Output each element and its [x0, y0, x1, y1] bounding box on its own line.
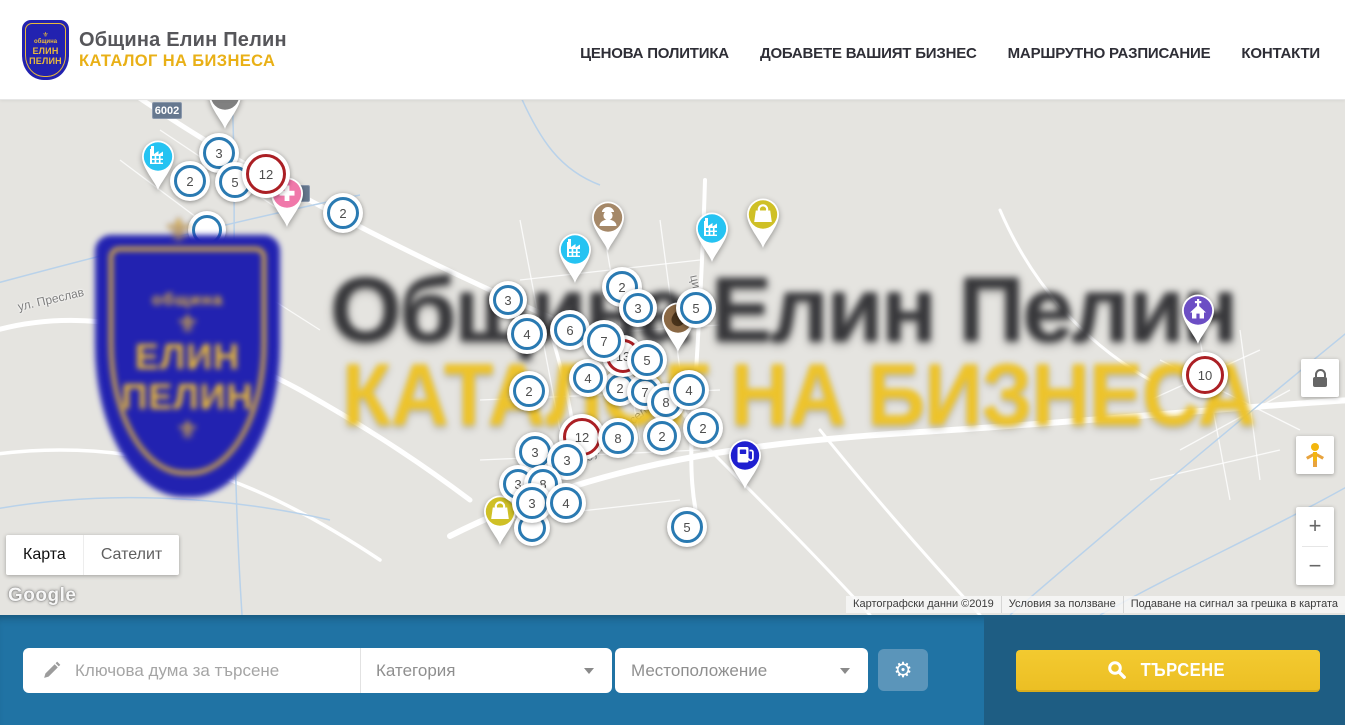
cluster-marker[interactable]: 4	[569, 359, 607, 397]
location-select[interactable]: Местоположение	[615, 648, 868, 693]
nav-item-1[interactable]: ДОБАВЕТЕ ВАШИЯТ БИЗНЕС	[760, 45, 977, 62]
cluster-marker[interactable]: 5	[667, 507, 707, 547]
search-button[interactable]: ТЪРСЕНЕ	[1016, 650, 1320, 692]
crest-ornament-icon: ⚜	[42, 33, 48, 39]
category-pin-church[interactable]	[1176, 290, 1220, 351]
cluster-marker[interactable]: 12	[242, 150, 290, 198]
header: ⚜ община ЕЛИН ПЕЛИН Община Елин Пелин КА…	[0, 0, 1345, 100]
map-type-satellite-button[interactable]: Сателит	[84, 535, 179, 575]
cluster-marker[interactable]: 4	[546, 483, 586, 523]
lock-icon	[1313, 369, 1327, 387]
category-pin-factory[interactable]	[690, 208, 734, 269]
category-pin-bag[interactable]	[741, 194, 785, 255]
attribution-text: Картографски данни ©2019	[846, 596, 1001, 613]
pegman-icon	[1303, 442, 1327, 468]
map-attribution: Картографски данни ©2019Условия за ползв…	[846, 596, 1345, 613]
category-pin-none[interactable]	[203, 100, 247, 136]
pegman-button[interactable]	[1296, 436, 1334, 474]
attribution-link[interactable]: Условия за ползване	[1001, 596, 1123, 613]
category-pin-fuel[interactable]	[723, 435, 767, 496]
zoom-in-button[interactable]: +	[1296, 507, 1334, 546]
chevron-down-icon	[584, 668, 594, 674]
cluster-marker[interactable]: 10	[1182, 352, 1228, 398]
municipality-crest-icon: ⚜ община ЕЛИН ПЕЛИН	[22, 20, 69, 80]
advanced-settings-button[interactable]: ⚙	[878, 649, 928, 691]
cluster-marker[interactable]: 2	[683, 408, 723, 448]
cluster-marker[interactable]: 2	[323, 193, 363, 233]
site-subtitle: КАТАЛОГ НА БИЗНЕСА	[79, 51, 281, 70]
site-logo[interactable]: ⚜ община ЕЛИН ПЕЛИН Община Елин Пелин КА…	[22, 20, 287, 80]
attribution-link[interactable]: Подаване на сигнал за грешка в картата	[1123, 596, 1345, 613]
zoom-control: + −	[1296, 507, 1334, 585]
gear-icon: ⚙	[894, 658, 913, 683]
cluster-marker[interactable]: 2	[509, 371, 549, 411]
category-select[interactable]: Категория	[360, 648, 612, 693]
pencil-icon	[41, 660, 62, 681]
map-canvas[interactable]: 6002ул. Преславбул. „Новоселции Община Е…	[0, 100, 1345, 615]
crest-ornament-icon: ⚜	[176, 312, 199, 336]
nav-item-2[interactable]: МАРШРУТНО РАЗПИСАНИЕ	[1008, 45, 1211, 62]
cluster-marker[interactable]: 8	[598, 418, 638, 458]
cluster-marker[interactable]: 4	[669, 370, 709, 410]
site-title: Община Елин Пелин	[79, 29, 287, 51]
search-icon	[1107, 660, 1127, 680]
zoom-out-button[interactable]: −	[1296, 547, 1334, 586]
cluster-marker[interactable]: 2	[170, 161, 210, 201]
map-type-control: Карта Сателит	[6, 535, 179, 575]
keyword-search-input[interactable]	[23, 661, 303, 681]
cluster-marker[interactable]: 7	[583, 320, 625, 362]
watermark-crest: ⚜ община ⚜ ЕЛИН ПЕЛИН ⚜	[85, 213, 290, 501]
nav-item-3[interactable]: КОНТАКТИ	[1241, 45, 1320, 62]
chevron-down-icon	[840, 668, 850, 674]
cluster-marker[interactable]: 2	[643, 417, 681, 455]
nav-item-0[interactable]: ЦЕНОВА ПОЛИТИКА	[580, 45, 729, 62]
category-pin-worker[interactable]	[586, 197, 630, 258]
map-type-map-button[interactable]: Карта	[6, 535, 84, 575]
google-logo[interactable]: Google	[8, 585, 76, 607]
lock-button[interactable]	[1301, 359, 1339, 397]
cluster-marker[interactable]: 5	[627, 340, 667, 380]
crest-ornament-icon: ⚜	[176, 418, 199, 442]
cluster-marker[interactable]: 4	[507, 314, 547, 354]
cluster-marker[interactable]: 5	[676, 288, 716, 328]
crest-crown-ornament-icon: ⚜	[85, 211, 290, 251]
search-fields-group: Категория	[23, 648, 612, 693]
search-bar: Категория Местоположение ⚙ ТЪРСЕНЕ	[0, 615, 1345, 725]
main-nav: ЦЕНОВА ПОЛИТИКА ДОБАВЕТЕ ВАШИЯТ БИЗНЕС МАР…	[580, 45, 1320, 62]
